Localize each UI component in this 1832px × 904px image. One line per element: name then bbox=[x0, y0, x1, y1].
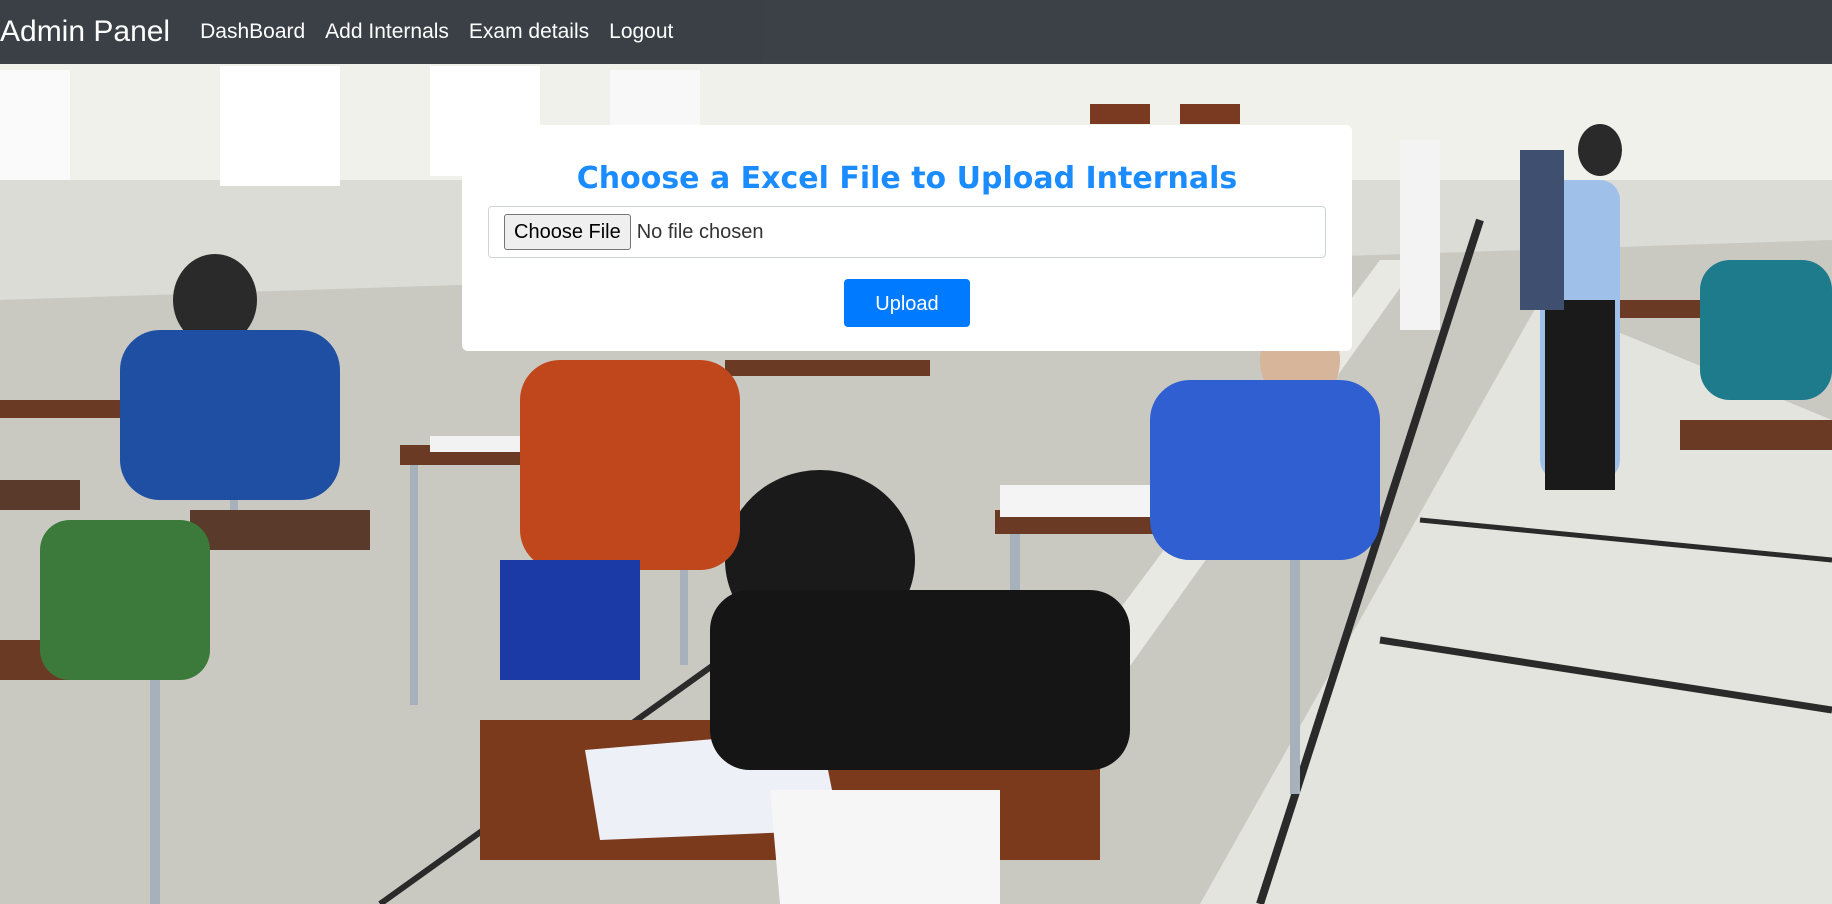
brand-title[interactable]: Admin Panel bbox=[0, 8, 170, 56]
nav-link-logout[interactable]: Logout bbox=[609, 20, 673, 44]
page: Admin Panel DashBoard Add Internals Exam… bbox=[0, 0, 1832, 904]
choose-file-button[interactable]: Choose File bbox=[504, 214, 631, 250]
upload-button[interactable]: Upload bbox=[844, 279, 970, 327]
top-navbar: Admin Panel DashBoard Add Internals Exam… bbox=[0, 0, 1832, 64]
nav-link-exam-details[interactable]: Exam details bbox=[469, 20, 589, 44]
file-input[interactable]: Choose File No file chosen bbox=[488, 206, 1326, 258]
upload-card: Choose a Excel File to Upload Internals … bbox=[462, 125, 1352, 351]
nav-links: DashBoard Add Internals Exam details Log… bbox=[200, 20, 693, 44]
upload-card-title: Choose a Excel File to Upload Internals bbox=[576, 161, 1238, 196]
nav-link-add-internals[interactable]: Add Internals bbox=[325, 20, 449, 44]
nav-link-dashboard[interactable]: DashBoard bbox=[200, 20, 305, 44]
file-status-text: No file chosen bbox=[636, 220, 764, 243]
